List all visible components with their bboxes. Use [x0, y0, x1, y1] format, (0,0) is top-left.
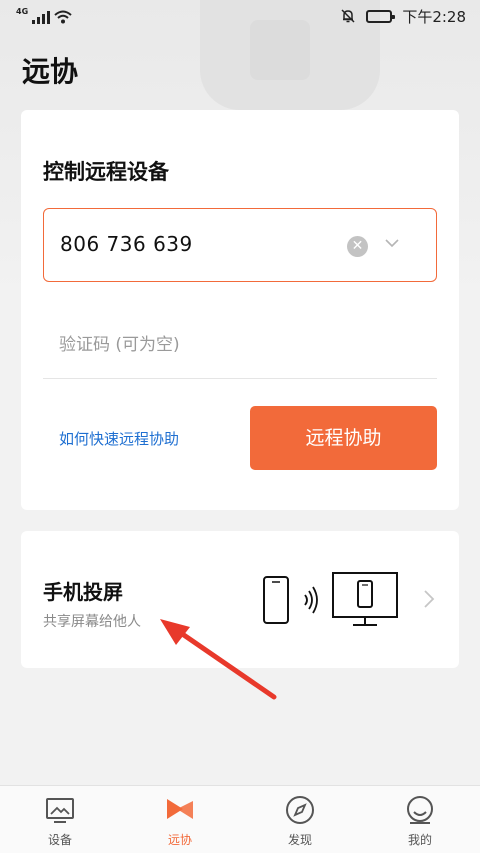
screen-cast-subtitle: 共享屏幕给他人: [43, 614, 141, 630]
user-icon: [407, 796, 433, 824]
signal-icon: [32, 10, 51, 24]
tab-remote-assist[interactable]: 远协: [120, 786, 240, 853]
tab-devices[interactable]: 设备: [0, 786, 120, 853]
tab-label: 远协: [167, 833, 192, 847]
wifi-icon: [54, 10, 72, 24]
page-title: 远协: [22, 55, 79, 88]
verification-code-input[interactable]: 验证码 (可为空): [43, 305, 437, 379]
tab-label: 设备: [47, 833, 72, 847]
clear-icon[interactable]: ✕: [347, 236, 368, 257]
mute-bell-icon: [341, 9, 355, 23]
clock: 下午2:28: [402, 7, 466, 26]
remote-assist-button[interactable]: 远程协助: [250, 406, 437, 470]
battery-icon: [366, 9, 396, 23]
chevron-down-icon[interactable]: [382, 233, 402, 253]
chevron-right-icon: [424, 590, 435, 608]
remote-card-title: 控制远程设备: [43, 160, 169, 184]
remote-control-card: 控制远程设备 806 736 639 ✕ 验证码 (可为空) 如何快速远程协助 …: [21, 110, 459, 510]
device-id-value: 806 736 639: [60, 232, 193, 256]
tab-label: 发现: [287, 833, 312, 847]
phone-to-monitor-icon: [263, 572, 398, 626]
network-type: 4G: [16, 7, 29, 16]
device-id-input[interactable]: 806 736 639 ✕: [43, 208, 437, 282]
tab-label: 我的: [407, 833, 432, 847]
status-bar: 4G 下午2:28: [0, 0, 480, 32]
bottom-tab-bar: 设备 远协 发现 我的: [0, 785, 480, 853]
screen-cast-card[interactable]: 手机投屏 共享屏幕给他人: [21, 531, 459, 668]
quick-remote-help-link[interactable]: 如何快速远程协助: [59, 428, 179, 449]
tab-discover[interactable]: 发现: [240, 786, 360, 853]
compass-icon: [286, 796, 314, 824]
remote-assist-icon: [167, 799, 193, 819]
screen-cast-title: 手机投屏: [43, 580, 123, 604]
monitor-image-icon: [46, 798, 74, 823]
tab-me[interactable]: 我的: [360, 786, 480, 853]
verification-code-placeholder: 验证码 (可为空): [59, 335, 180, 355]
